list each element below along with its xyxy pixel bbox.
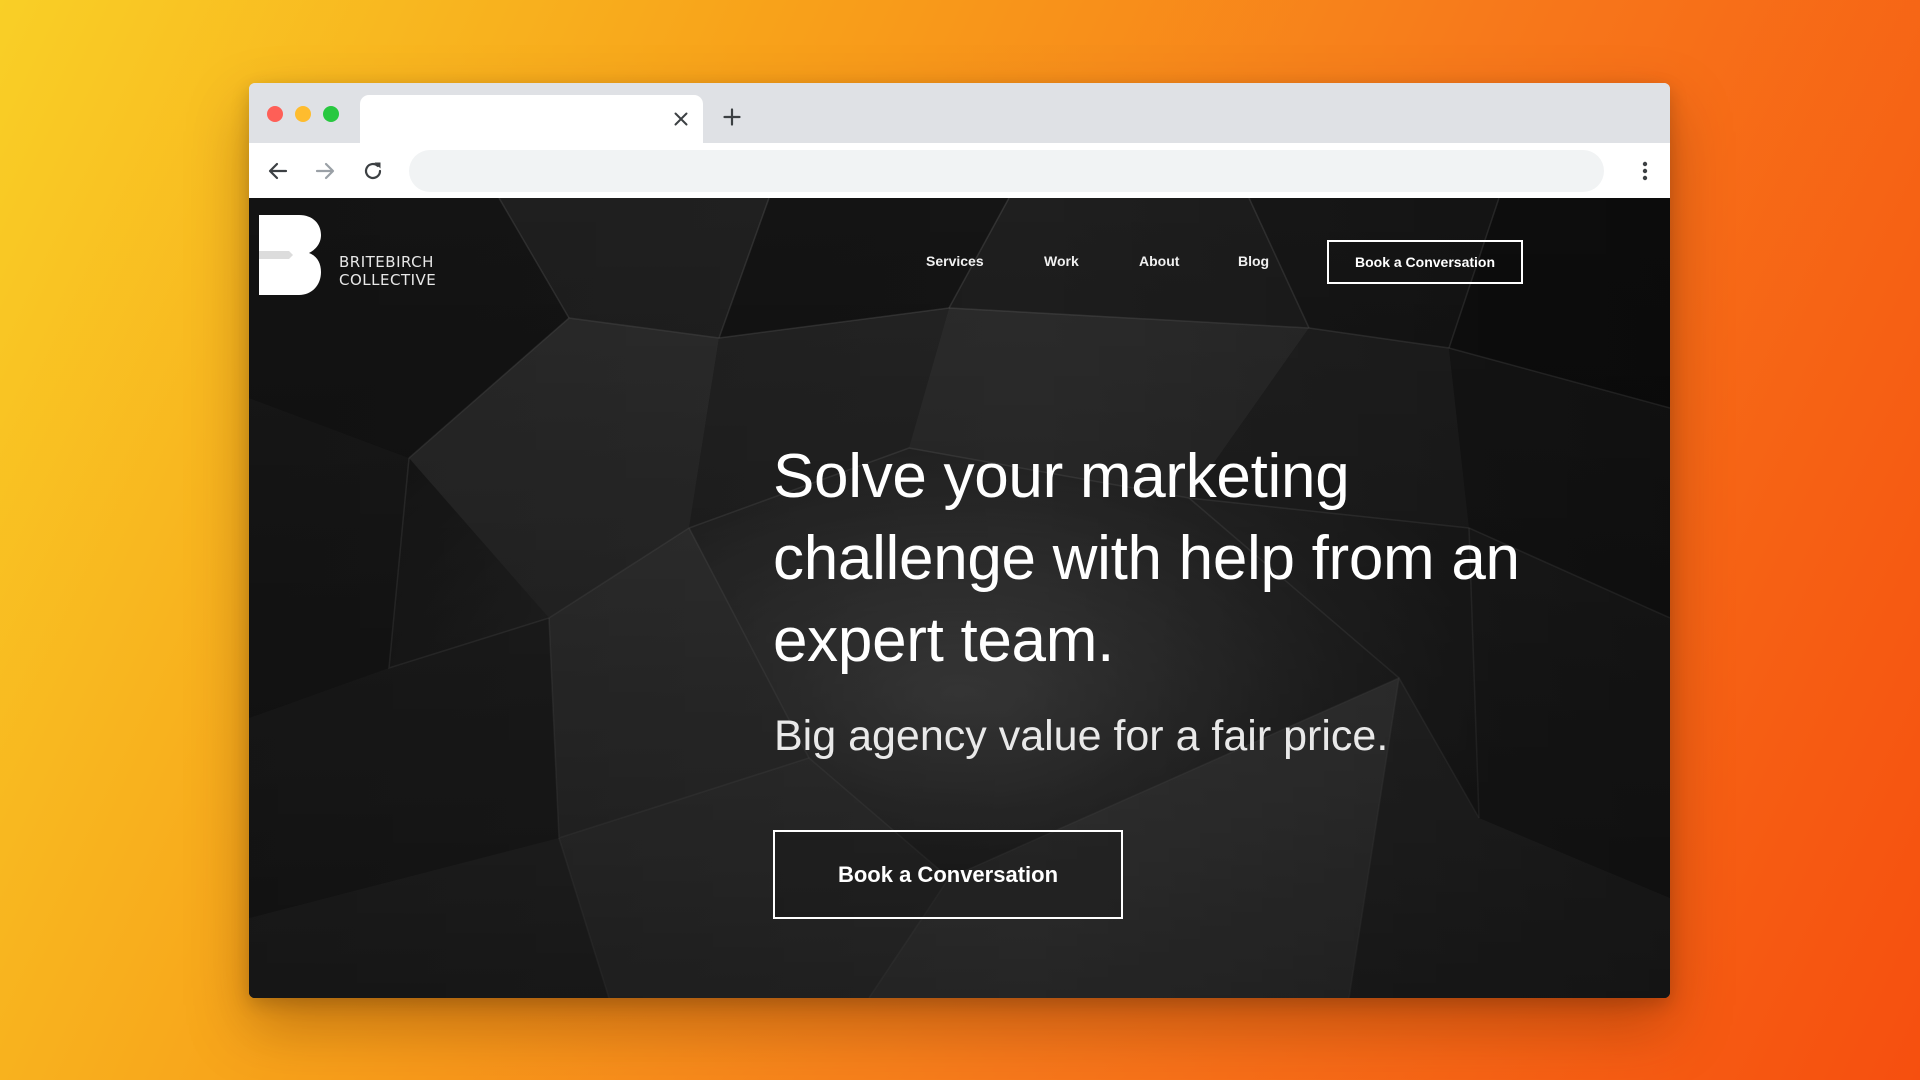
address-bar[interactable]	[409, 150, 1604, 192]
hero-book-conversation-button[interactable]: Book a Conversation	[773, 830, 1123, 919]
arrow-left-icon[interactable]	[265, 158, 291, 184]
kebab-menu-icon[interactable]	[1638, 158, 1652, 184]
site-nav: Services Work About Blog Book a Conversa…	[249, 240, 1670, 284]
hero-title: Solve your marketing challenge with help…	[773, 442, 1520, 675]
maximize-window-button[interactable]	[323, 106, 339, 122]
browser-window: Britebirch Collective Services Work Abou…	[249, 83, 1670, 998]
minimize-window-button[interactable]	[295, 106, 311, 122]
tab-strip	[249, 83, 1670, 143]
page-viewport: Britebirch Collective Services Work Abou…	[249, 198, 1670, 998]
reload-icon[interactable]	[360, 158, 386, 184]
close-icon[interactable]	[669, 107, 693, 131]
nav-link-work[interactable]: Work	[1044, 253, 1079, 269]
nav-link-about[interactable]: About	[1139, 253, 1179, 269]
nav-link-services[interactable]: Services	[926, 253, 984, 269]
nav-link-blog[interactable]: Blog	[1238, 253, 1269, 269]
plus-icon[interactable]	[720, 105, 744, 129]
browser-toolbar	[249, 143, 1670, 198]
hero-subtitle: Big agency value for a fair price.	[774, 712, 1389, 760]
browser-tab[interactable]	[360, 95, 703, 143]
nav-book-conversation-button[interactable]: Book a Conversation	[1327, 240, 1523, 284]
close-window-button[interactable]	[267, 106, 283, 122]
arrow-right-icon[interactable]	[312, 158, 338, 184]
